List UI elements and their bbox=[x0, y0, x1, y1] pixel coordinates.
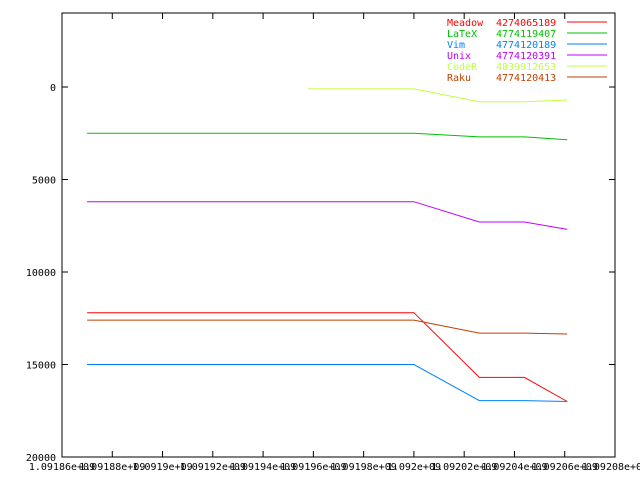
y-axis: 05000100001500020000 bbox=[26, 83, 615, 464]
legend-label: LaTeX bbox=[447, 29, 477, 40]
series-line-latex bbox=[87, 132, 568, 141]
y-tick-label: 0 bbox=[50, 83, 56, 94]
series-lines bbox=[87, 88, 568, 402]
legend-label: CodeR bbox=[447, 62, 478, 73]
legend-value: 4774119407 bbox=[496, 29, 556, 40]
legend-label: Meadow bbox=[447, 18, 484, 29]
legend: Meadow 4274065189 LaTeX 4774119407 Vim 477412… bbox=[447, 18, 607, 84]
series-line-vim bbox=[87, 364, 568, 402]
legend-label: Raku bbox=[447, 73, 471, 84]
legend-label: Vim bbox=[447, 40, 465, 51]
series-line-raku bbox=[87, 319, 568, 335]
series-line-meadow bbox=[87, 312, 568, 402]
legend-value: 4774120189 bbox=[496, 40, 556, 51]
legend-value: 4839912653 bbox=[496, 62, 556, 73]
legend-value: 4774120413 bbox=[496, 73, 556, 84]
y-tick-label: 5000 bbox=[32, 176, 56, 187]
legend-value: 4274065189 bbox=[496, 18, 556, 29]
x-tick-label: 1.09208e+09 bbox=[582, 462, 640, 473]
series-line-coder bbox=[308, 88, 568, 103]
y-tick-label: 15000 bbox=[26, 361, 56, 372]
legend-label: Unix bbox=[447, 51, 471, 62]
series-line-unix bbox=[87, 201, 568, 230]
y-tick-label: 10000 bbox=[26, 268, 56, 279]
line-chart: 05000100001500020000 1.09186e+091.09188e… bbox=[26, 12, 640, 473]
legend-value: 4774120391 bbox=[496, 51, 556, 62]
